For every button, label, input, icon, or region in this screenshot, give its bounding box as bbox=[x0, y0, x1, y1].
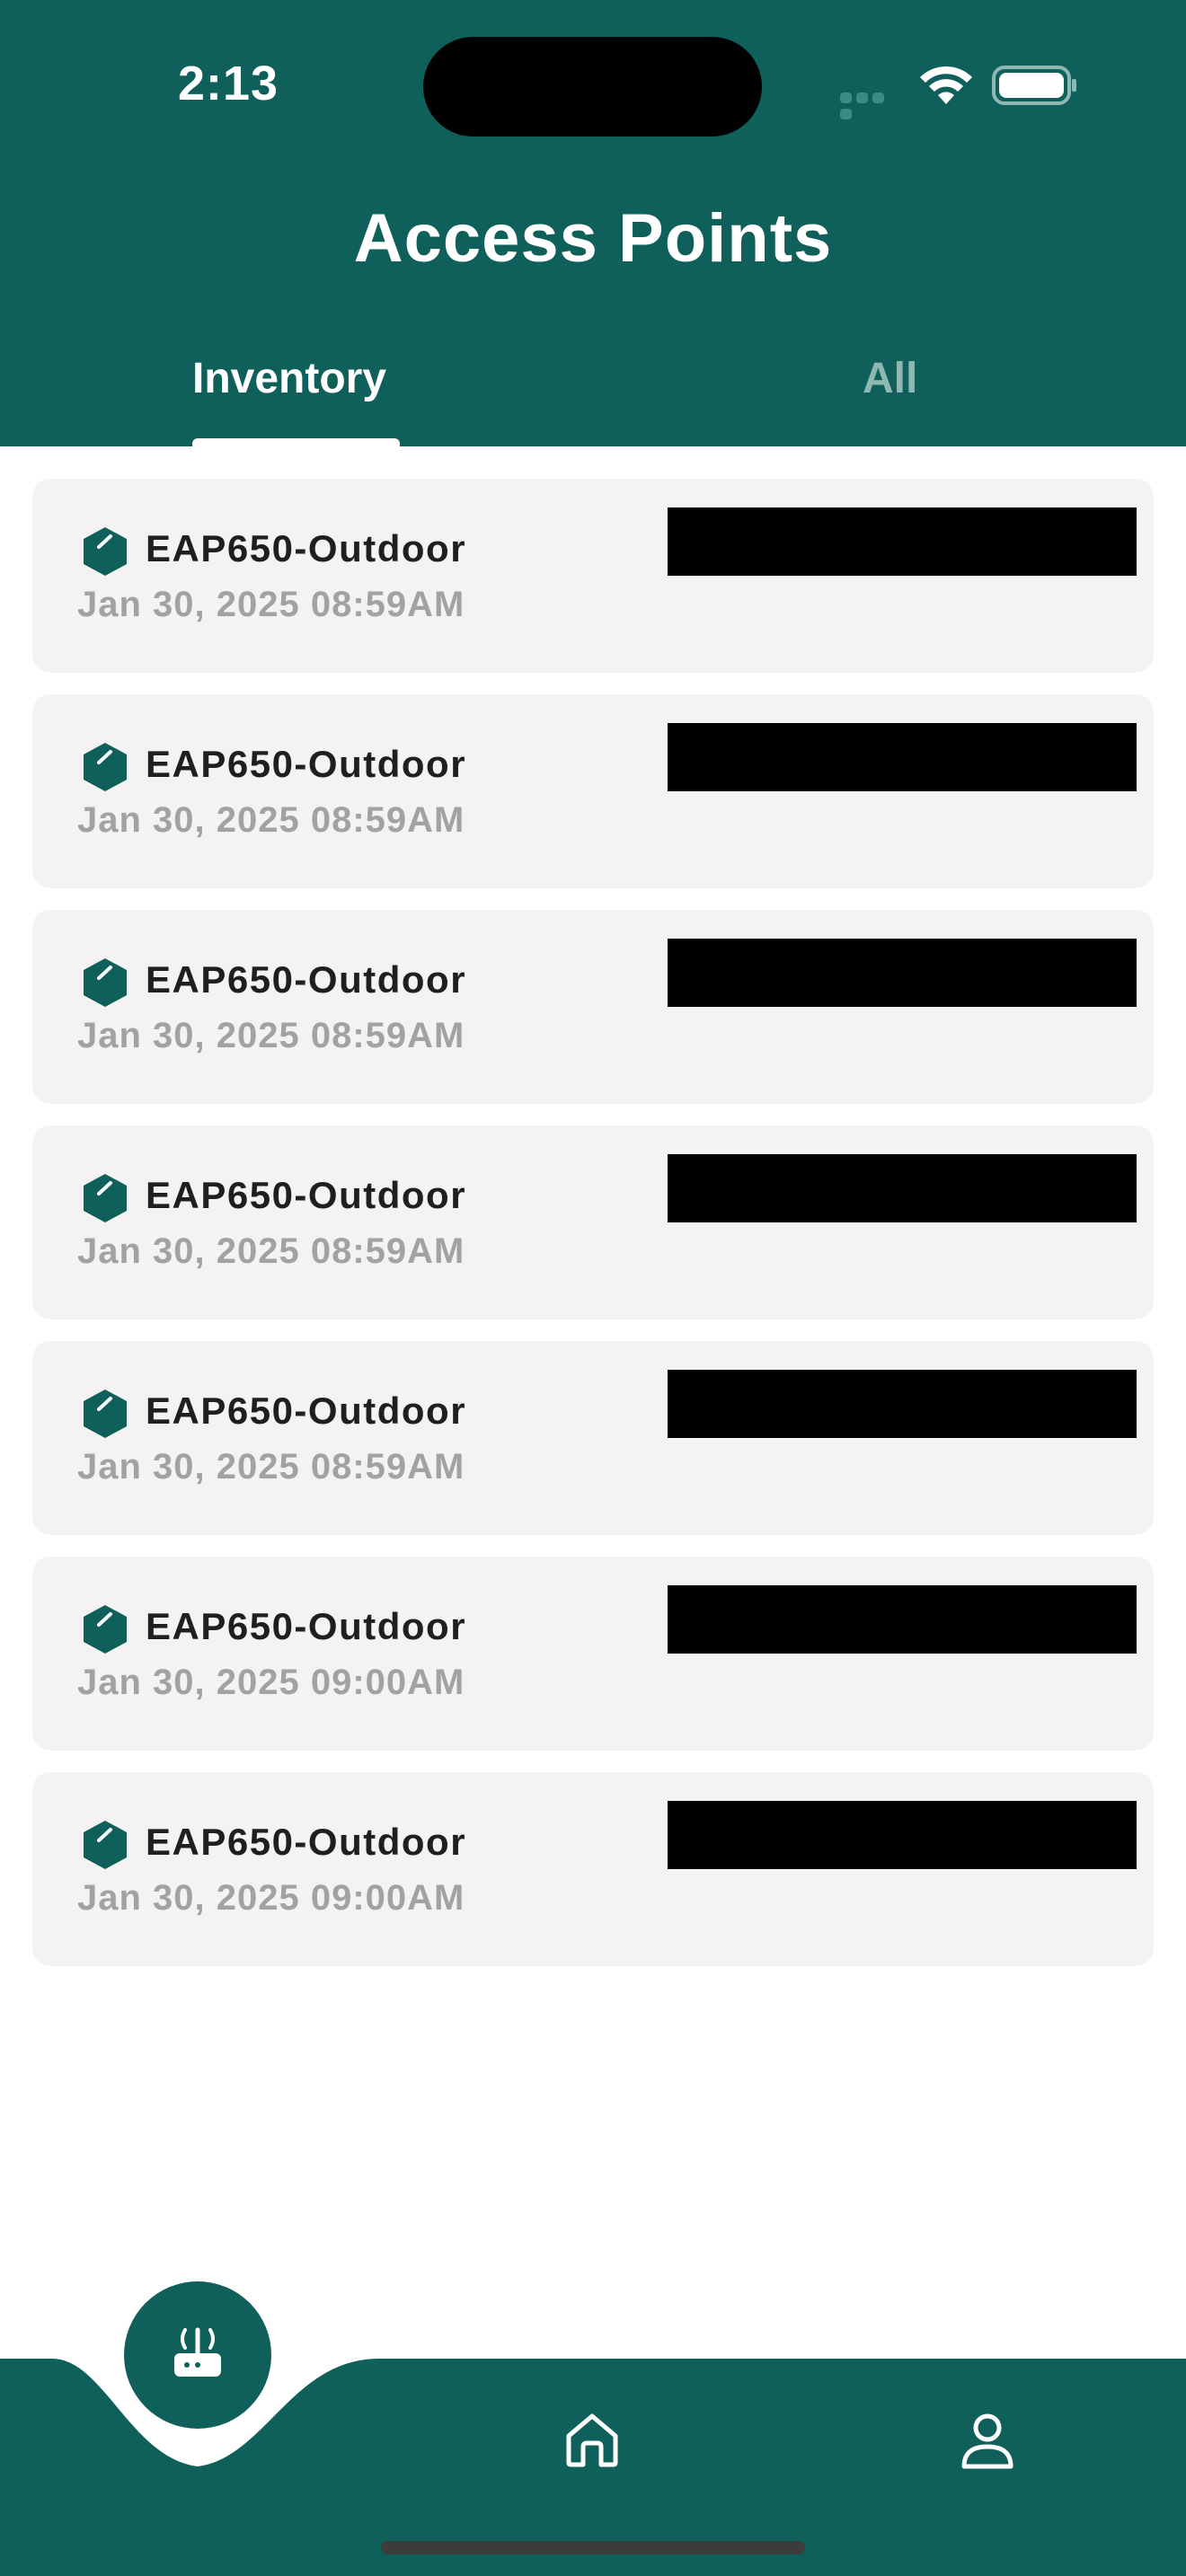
item-name: EAP650-Outdoor bbox=[146, 958, 467, 1001]
tab-all[interactable]: All bbox=[863, 354, 917, 403]
item-name: EAP650-Outdoor bbox=[146, 1174, 467, 1216]
access-point-list: EAP650-Outdoor Jan 30, 2025 08:59AM EAP6… bbox=[32, 479, 1154, 1988]
router-icon bbox=[174, 2327, 221, 2377]
list-item[interactable]: EAP650-Outdoor Jan 30, 2025 08:59AM bbox=[32, 1125, 1154, 1319]
item-name: EAP650-Outdoor bbox=[146, 1605, 467, 1647]
profile-icon[interactable] bbox=[960, 2413, 1015, 2470]
home-icon[interactable] bbox=[563, 2413, 621, 2468]
active-tab-indicator bbox=[192, 438, 400, 447]
box-icon bbox=[84, 527, 127, 576]
redacted-block bbox=[668, 1154, 1137, 1222]
item-name: EAP650-Outdoor bbox=[146, 1389, 467, 1432]
tab-inventory[interactable]: Inventory bbox=[192, 354, 386, 403]
redacted-block bbox=[668, 1585, 1137, 1654]
nav-access-points-button[interactable] bbox=[124, 2281, 271, 2429]
box-icon bbox=[84, 1174, 127, 1222]
battery-icon bbox=[992, 66, 1076, 105]
box-icon bbox=[84, 1605, 127, 1654]
list-item[interactable]: EAP650-Outdoor Jan 30, 2025 08:59AM bbox=[32, 479, 1154, 673]
item-date: Jan 30, 2025 08:59AM bbox=[77, 1016, 465, 1055]
redacted-block bbox=[668, 723, 1137, 791]
list-item[interactable]: EAP650-Outdoor Jan 30, 2025 08:59AM bbox=[32, 1341, 1154, 1535]
app-header: 2:13 Access Points Inventory All bbox=[0, 0, 1186, 447]
item-date: Jan 30, 2025 09:00AM bbox=[77, 1663, 465, 1702]
box-icon bbox=[84, 958, 127, 1007]
box-icon bbox=[84, 743, 127, 791]
item-name: EAP650-Outdoor bbox=[146, 1821, 467, 1863]
item-name: EAP650-Outdoor bbox=[146, 743, 467, 785]
cellular-signal-icon bbox=[840, 92, 903, 119]
list-item[interactable]: EAP650-Outdoor Jan 30, 2025 08:59AM bbox=[32, 694, 1154, 888]
dynamic-island bbox=[423, 37, 762, 137]
list-item[interactable]: EAP650-Outdoor Jan 30, 2025 09:00AM bbox=[32, 1772, 1154, 1966]
item-date: Jan 30, 2025 08:59AM bbox=[77, 1231, 465, 1271]
home-indicator bbox=[381, 2541, 805, 2554]
redacted-block bbox=[668, 1370, 1137, 1438]
redacted-block bbox=[668, 507, 1137, 576]
item-date: Jan 30, 2025 09:00AM bbox=[77, 1878, 465, 1918]
status-time: 2:13 bbox=[178, 57, 279, 110]
item-name: EAP650-Outdoor bbox=[146, 527, 467, 569]
box-icon bbox=[84, 1389, 127, 1438]
list-item[interactable]: EAP650-Outdoor Jan 30, 2025 09:00AM bbox=[32, 1557, 1154, 1751]
redacted-block bbox=[668, 1801, 1137, 1869]
wifi-icon bbox=[920, 66, 972, 104]
list-item[interactable]: EAP650-Outdoor Jan 30, 2025 08:59AM bbox=[32, 910, 1154, 1104]
redacted-block bbox=[668, 939, 1137, 1007]
page-title: Access Points bbox=[353, 200, 833, 277]
box-icon bbox=[84, 1821, 127, 1869]
item-date: Jan 30, 2025 08:59AM bbox=[77, 800, 465, 840]
item-date: Jan 30, 2025 08:59AM bbox=[77, 585, 465, 624]
item-date: Jan 30, 2025 08:59AM bbox=[77, 1447, 465, 1486]
